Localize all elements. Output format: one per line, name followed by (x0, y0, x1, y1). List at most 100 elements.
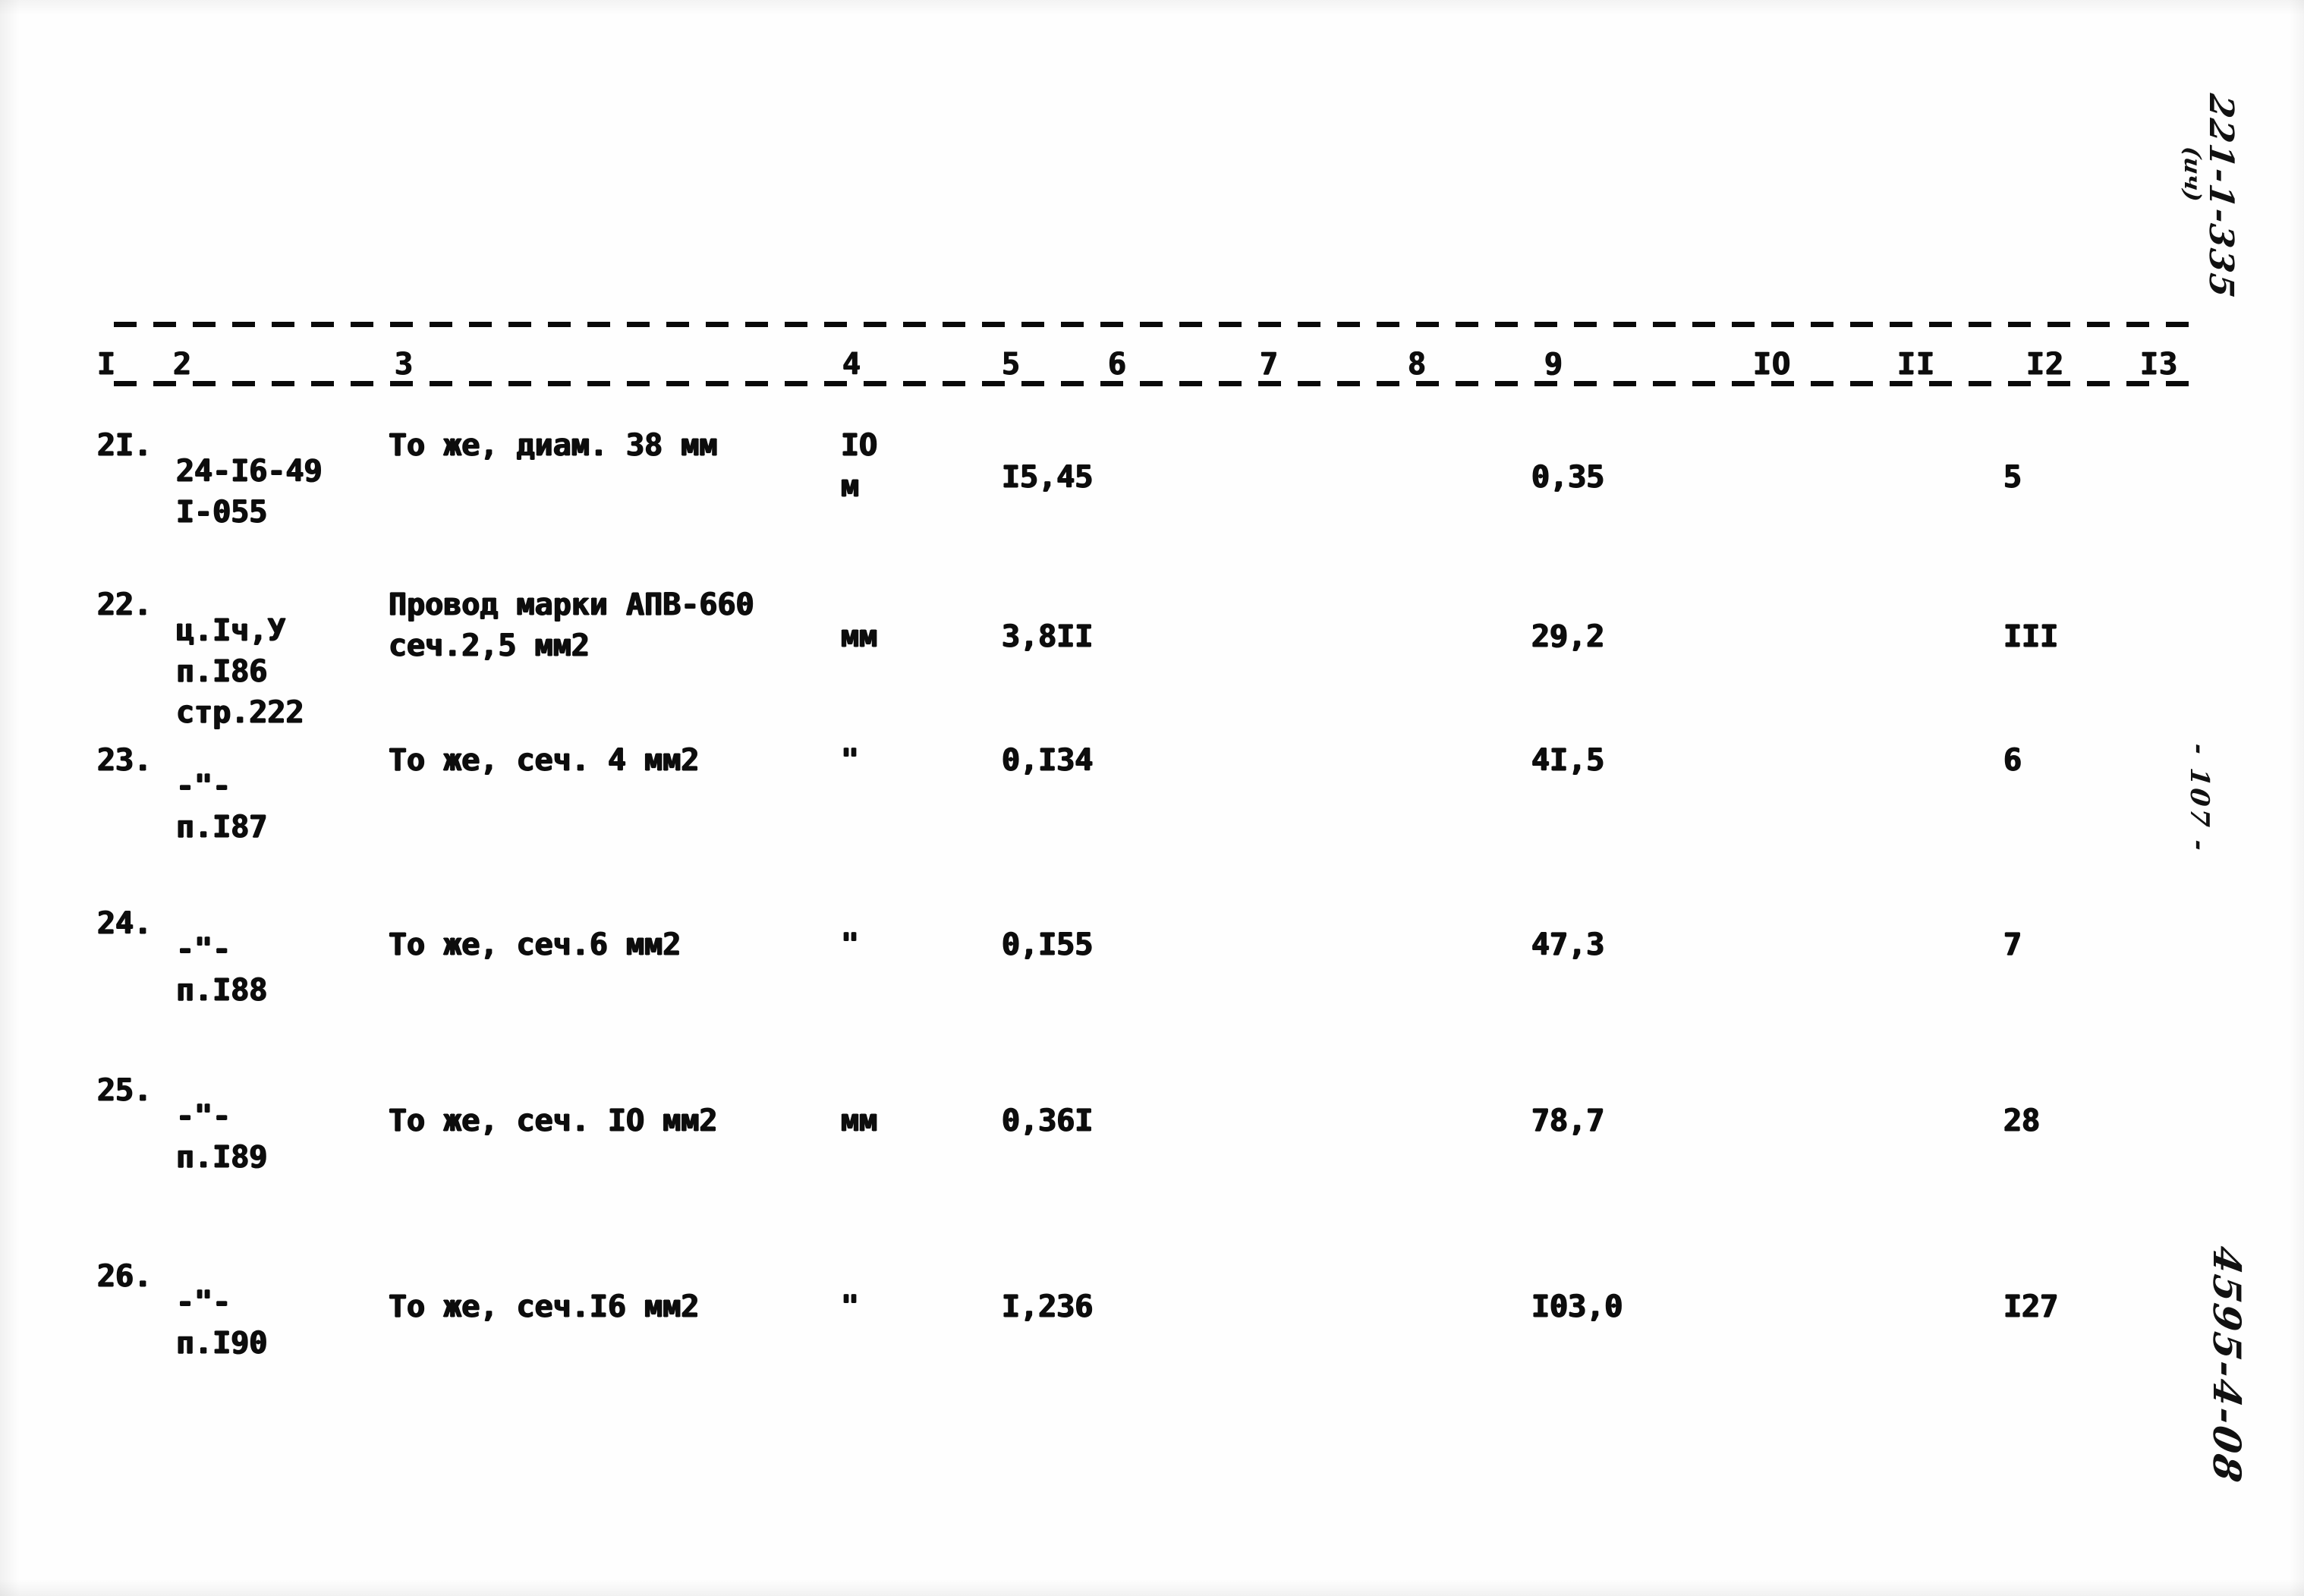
column-number-12: I2 (2026, 347, 2065, 382)
row-description: То же, сеч.I6 мм2 (389, 1286, 844, 1327)
row-description-line: То же, сеч.I6 мм2 (389, 1289, 700, 1324)
row-code-line: п.I87 (176, 810, 268, 845)
column-number-1: I (97, 347, 117, 382)
column-number-5: 5 (1002, 347, 1021, 382)
column-number-10: IO (1753, 347, 1792, 382)
row-quantity: I5,45 (1002, 460, 1094, 495)
row-unit-line: м (841, 469, 860, 504)
row-col9-value: 78,7 (1531, 1103, 1605, 1138)
row-code: -"- п.I89 (176, 1096, 396, 1178)
row-col9-value: 0,35 (1531, 460, 1605, 495)
row-number: 2I. (97, 428, 153, 463)
row-code-line: -"- (176, 932, 231, 967)
scan-edge-bottom (0, 1579, 2304, 1596)
row-code-line: -"- (176, 769, 231, 804)
row-description: То же, диам. 38 мм (389, 425, 844, 466)
row-description-line: То же, диам. 38 мм (389, 428, 718, 463)
column-number-3: 3 (395, 347, 414, 382)
row-quantity: I,236 (1002, 1289, 1094, 1324)
row-number: 26. (97, 1259, 153, 1294)
row-code-line: I-055 (176, 495, 268, 530)
table-row: 24. -"- п.I88 То же, сеч.6 мм2 " 0,I55 47,3 7 (0, 903, 2304, 1070)
row-col9-value: I03,0 (1531, 1289, 1623, 1324)
scanned-page: I 2 3 4 5 6 7 8 9 IO II I2 I3 2I. 24-I6-49 I-055 То же,… (0, 0, 2304, 1596)
column-number-6: 6 (1108, 347, 1128, 382)
row-number: 24. (97, 906, 153, 941)
table-header-rule-top (114, 322, 2190, 327)
row-description: Провод марки АПВ-660 сеч.2,5 мм2 (389, 584, 844, 666)
row-code: -"- п.I88 (176, 929, 396, 1011)
table-row: 2I. 24-I6-49 I-055 То же, диам. 38 мм IO м I5,… (0, 425, 2304, 584)
row-number: 23. (97, 743, 153, 778)
row-number: 25. (97, 1073, 153, 1108)
row-description-line: сеч.2,5 мм2 (389, 628, 590, 663)
row-code-line: п.I86 (176, 654, 268, 689)
row-code-line: стр.222 (176, 695, 304, 730)
row-col9-value: 29,2 (1531, 619, 1605, 654)
row-unit-line: мм (841, 1103, 878, 1138)
table-body: 2I. 24-I6-49 I-055 То же, диам. 38 мм IO м I5,… (0, 425, 2304, 1431)
row-col9-value: 47,3 (1531, 927, 1605, 962)
row-code-line: п.I89 (176, 1140, 268, 1175)
row-description: То же, сеч.6 мм2 (389, 924, 844, 965)
column-number-4: 4 (842, 347, 862, 382)
row-col12-value: 7 (2003, 927, 2022, 962)
row-code-line: -"- (176, 1099, 231, 1134)
row-unit: " (841, 1286, 947, 1327)
margin-note-page-number: - 107 - (2184, 741, 2214, 855)
table-row: 23. -"- п.I87 То же, сеч. 4 мм2 " 0,I34 4I,5 6 (0, 740, 2304, 903)
row-unit-line: мм (841, 619, 878, 654)
row-quantity: 3,8II (1002, 619, 1094, 654)
row-col12-value: 28 (2003, 1103, 2041, 1138)
margin-note-bottom-code: 4595-4-08 (2205, 1242, 2249, 1488)
row-unit-line: " (841, 1289, 860, 1324)
row-col12-value: 5 (2003, 460, 2022, 495)
row-code-line: п.I90 (176, 1326, 268, 1361)
margin-note-top-paren: (ич) (2179, 145, 2205, 203)
row-description: То же, сеч. IO мм2 (389, 1100, 844, 1141)
row-unit: мм (841, 616, 947, 657)
column-number-7: 7 (1260, 347, 1279, 382)
scan-edge-left (0, 0, 20, 1596)
scan-edge-right (2289, 0, 2304, 1596)
row-unit: " (841, 740, 947, 781)
row-code: 24-I6-49 I-055 (176, 451, 396, 533)
row-code-line: ц.Iч,У (176, 613, 286, 648)
row-col12-value: I27 (2003, 1289, 2059, 1324)
margin-note-top-code: 221-1-335 (2202, 91, 2240, 301)
row-number: 22. (97, 587, 153, 622)
row-description: То же, сеч. 4 мм2 (389, 740, 844, 781)
row-code-line: 24-I6-49 (176, 454, 323, 489)
row-code-line: п.I88 (176, 973, 268, 1008)
row-col12-value: 6 (2003, 743, 2022, 778)
row-quantity: 0,36I (1002, 1103, 1094, 1138)
column-number-13: I3 (2140, 347, 2179, 382)
table-row: 25. -"- п.I89 То же, сеч. IO мм2 мм 0,36I 78,7… (0, 1070, 2304, 1256)
table-column-header-row: I 2 3 4 5 6 7 8 9 IO II I2 I3 (0, 343, 2304, 386)
row-unit-line: " (841, 927, 860, 962)
column-number-11: II (1897, 347, 1936, 382)
row-unit: мм (841, 1100, 947, 1141)
row-code: ц.Iч,У п.I86 стр.222 (176, 610, 396, 733)
row-unit: " (841, 924, 947, 965)
row-code-line: -"- (176, 1285, 231, 1320)
table-row: 22. ц.Iч,У п.I86 стр.222 Провод марки АПВ-66… (0, 584, 2304, 740)
row-quantity: 0,I55 (1002, 927, 1094, 962)
row-description-line: Провод марки АПВ-660 (389, 587, 754, 622)
row-code: -"- п.I90 (176, 1282, 396, 1364)
column-number-8: 8 (1408, 347, 1427, 382)
row-unit: IO м (841, 425, 947, 507)
row-unit-line: " (841, 743, 860, 778)
row-quantity: 0,I34 (1002, 743, 1094, 778)
row-col9-value: 4I,5 (1531, 743, 1605, 778)
row-description-line: То же, сеч.6 мм2 (389, 927, 681, 962)
row-col12-value: III (2003, 619, 2059, 654)
row-description-line: То же, сеч. IO мм2 (389, 1103, 718, 1138)
column-number-9: 9 (1544, 347, 1564, 382)
row-code: -"- п.I87 (176, 766, 396, 848)
row-description-line: То же, сеч. 4 мм2 (389, 743, 700, 778)
column-number-2: 2 (173, 347, 193, 382)
row-unit-line: IO (841, 428, 878, 463)
table-row: 26. -"- п.I90 То же, сеч.I6 мм2 " I,236 I03,0 I… (0, 1256, 2304, 1431)
scan-edge-top (0, 0, 2304, 15)
